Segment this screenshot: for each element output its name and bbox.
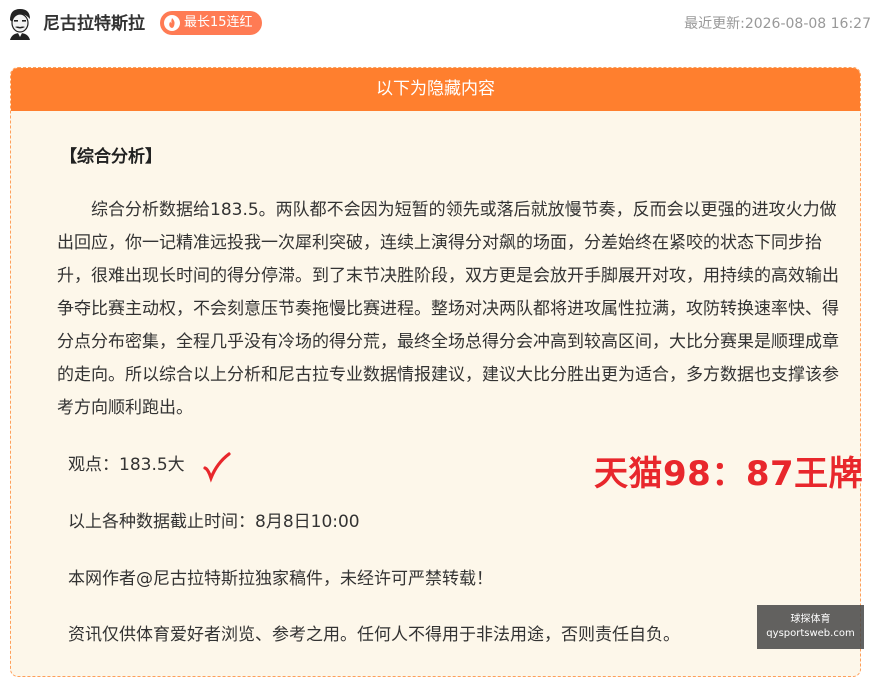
- streak-badge: 最长15连红: [160, 11, 262, 35]
- watermark-line2: qysportsweb.com: [766, 628, 855, 639]
- viewpoint: 观点：183.5大: [68, 455, 185, 475]
- disclaimer: 资讯仅供体育爱好者浏览、参考之用。任何人不得用于非法用途，否则责任自负。: [68, 625, 680, 645]
- update-label: 最近更新:: [684, 16, 745, 32]
- section-title: 【综合分析】: [60, 147, 162, 167]
- result-stamp: 天猫98：87王牌: [594, 454, 864, 494]
- streak-badge-label: 最长15连红: [184, 15, 253, 30]
- avatar[interactable]: [4, 6, 36, 40]
- copyright-notice: 本网作者@尼古拉特斯拉独家稿件，未经许可严禁转载！: [68, 569, 493, 589]
- cutoff-time: 以上各种数据截止时间：8月8日10:00: [68, 512, 360, 532]
- update-time: 2026-08-08 16:27: [744, 16, 871, 32]
- update-info: 最近更新:2026-08-08 16:27: [684, 14, 871, 34]
- analysis-paragraph: 综合分析数据给183.5。两队都不会因为短暂的领先或落后就放慢节奏，反而会以更强…: [57, 200, 839, 418]
- avatar-icon: [4, 6, 36, 40]
- check-mark-icon: [202, 451, 232, 489]
- flame-icon: [164, 15, 180, 31]
- watermark-line1: 球探体育: [790, 614, 831, 625]
- hidden-content-banner: 以下为隐藏内容: [11, 68, 860, 111]
- author-name[interactable]: 尼古拉特斯拉: [43, 12, 145, 36]
- post-header: 尼古拉特斯拉 最长15连红 最近更新:2026-08-08 16:27: [0, 0, 875, 50]
- site-watermark: 球探体育 qysportsweb.com: [757, 605, 864, 649]
